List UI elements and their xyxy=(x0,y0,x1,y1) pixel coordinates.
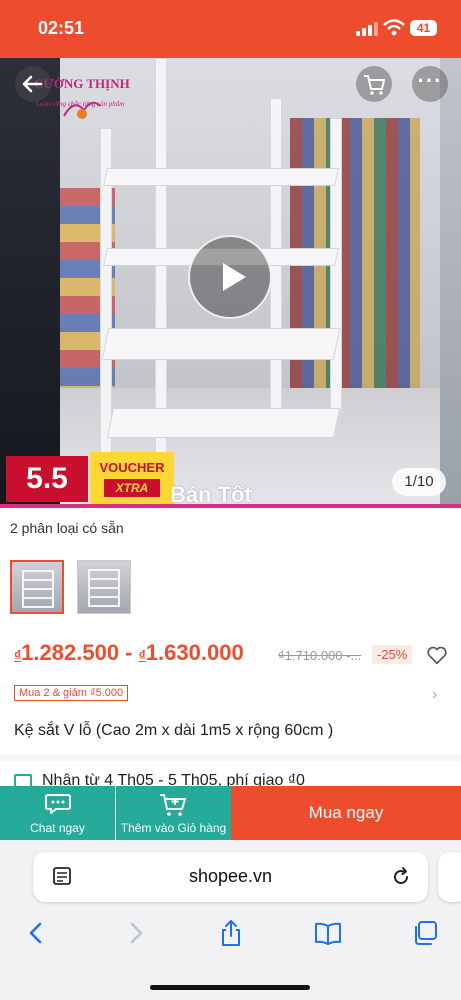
rack-shelf xyxy=(103,168,339,186)
url-text[interactable]: shopee.vn xyxy=(33,866,428,887)
rack-thumbnail-image xyxy=(22,570,54,608)
voucher-xtra-label: XTRA xyxy=(104,479,160,497)
section-divider xyxy=(0,755,461,761)
add-cart-icon xyxy=(160,794,186,816)
tabs-icon[interactable] xyxy=(410,918,440,948)
sale-55-badge: 5.5 xyxy=(6,456,88,502)
cart-button[interactable] xyxy=(356,66,392,102)
product-title: Kệ sắt V lỗ (Cao 2m x dài 1m5 x rộng 60c… xyxy=(14,722,334,739)
reload-icon[interactable] xyxy=(390,866,412,888)
voucher-xtra-badge: VOUCHER XTRA xyxy=(90,452,174,506)
arrow-left-icon xyxy=(22,75,43,93)
shop-logo-icon xyxy=(62,96,102,129)
price-separator: - xyxy=(119,640,139,665)
chevron-right-icon[interactable]: › xyxy=(432,686,437,704)
voucher-label: VOUCHER xyxy=(99,460,165,475)
back-button[interactable] xyxy=(15,66,51,102)
wifi-icon xyxy=(383,19,405,37)
rack-shelf xyxy=(101,328,341,360)
shop-shelf-left xyxy=(0,58,60,508)
chat-now-label: Chat ngay xyxy=(30,821,85,835)
cart-icon xyxy=(364,75,385,95)
original-price: ₫1.710.000 -... xyxy=(278,648,362,663)
chat-now-button[interactable]: Chat ngay xyxy=(0,786,115,840)
currency-symbol: ₫ xyxy=(138,647,146,663)
like-button[interactable] xyxy=(426,644,448,666)
rack-shelf xyxy=(106,408,341,438)
next-tab-preview[interactable] xyxy=(438,852,461,902)
price-range: ₫1.282.500 - ₫1.630.000 xyxy=(14,640,244,666)
promo-tag[interactable]: Mua 2 & giảm ₫5.000 xyxy=(14,685,129,701)
add-to-cart-button[interactable]: Thêm vào Giỏ hàng xyxy=(116,786,231,840)
share-icon[interactable] xyxy=(216,918,246,948)
add-to-cart-label: Thêm vào Giỏ hàng xyxy=(120,821,227,835)
toy-wall xyxy=(290,118,420,418)
play-icon xyxy=(223,263,246,291)
price-low: 1.282.500 xyxy=(21,640,120,665)
more-options-button[interactable]: ··· xyxy=(412,66,448,102)
back-nav-icon[interactable] xyxy=(22,918,52,948)
image-counter: 1/10 xyxy=(392,468,446,496)
hero-edge xyxy=(440,58,461,508)
more-dots-icon: ··· xyxy=(417,68,443,93)
cellular-signal-icon xyxy=(356,22,378,36)
price-high: 1.630.000 xyxy=(145,640,244,665)
buy-now-button[interactable]: Mua ngay xyxy=(231,786,461,840)
variant-thumbnail[interactable] xyxy=(77,560,131,614)
variants-label[interactable]: 2 phân loại có sẵn xyxy=(10,520,124,536)
discount-badge: -25% xyxy=(372,645,413,664)
watermark: Bán Tốt xyxy=(170,482,252,507)
rack-thumbnail-image xyxy=(88,569,120,607)
battery-indicator: 41 xyxy=(410,20,437,36)
status-time: 02:51 xyxy=(38,18,85,38)
chat-icon xyxy=(45,794,71,814)
home-indicator[interactable] xyxy=(150,985,310,990)
play-video-button[interactable] xyxy=(188,235,272,319)
forward-nav-icon[interactable] xyxy=(120,918,150,948)
bookmarks-icon[interactable] xyxy=(313,918,343,948)
heart-icon xyxy=(427,646,447,665)
variant-thumbnail[interactable] xyxy=(10,560,64,614)
